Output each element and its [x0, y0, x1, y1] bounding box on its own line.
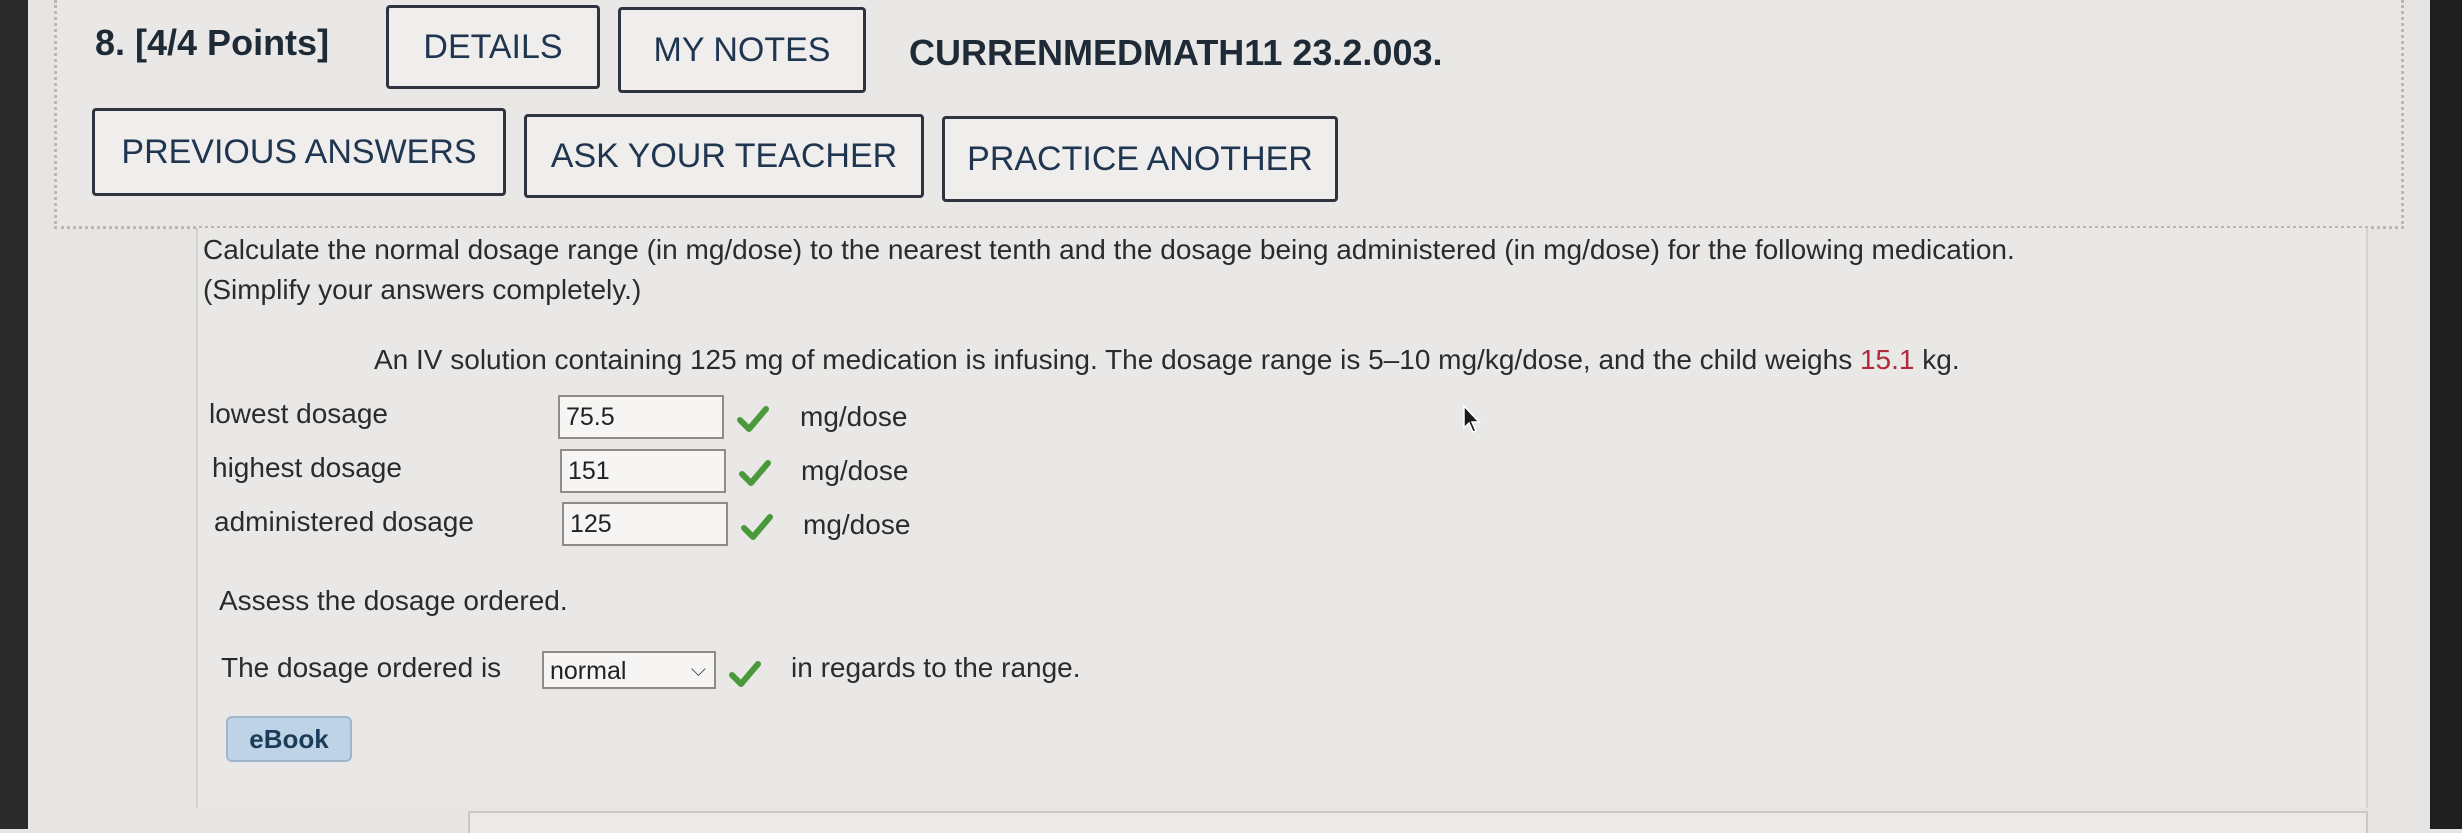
administered-dosage-input[interactable]: 125: [562, 502, 728, 546]
practice-another-button[interactable]: PRACTICE ANOTHER: [942, 116, 1338, 202]
chevron-down-icon: ⌵: [690, 659, 706, 681]
dosage-assessment-select[interactable]: normal ⌵: [542, 651, 716, 689]
dosage-assessment-selected-value: normal: [550, 657, 627, 685]
correct-check-icon: [739, 460, 771, 486]
highest-dosage-unit: mg/dose: [801, 455, 909, 486]
ebook-button[interactable]: eBook: [226, 716, 352, 762]
highest-dosage-label: highest dosage: [212, 452, 402, 483]
previous-answers-button[interactable]: PREVIOUS ANSWERS: [92, 108, 506, 196]
administered-dosage-unit: mg/dose: [803, 509, 911, 540]
question-number-points: 8. [4/4 Points]: [95, 22, 330, 63]
assess-sentence-end: in regards to the range.: [791, 652, 1081, 683]
assess-heading: Assess the dosage ordered.: [219, 585, 568, 616]
next-panel-edge: [468, 811, 2368, 833]
lowest-dosage-label: lowest dosage: [209, 398, 389, 429]
screen-bezel-left: [0, 0, 28, 829]
assess-sentence-start: The dosage ordered is: [221, 652, 502, 683]
lowest-dosage-unit: mg/dose: [800, 401, 908, 432]
lowest-dosage-input[interactable]: 75.5: [558, 395, 724, 439]
administered-dosage-label: administered dosage: [214, 506, 474, 537]
ask-your-teacher-button[interactable]: ASK YOUR TEACHER: [524, 114, 924, 198]
correct-check-icon: [737, 406, 769, 432]
screen-bezel-right: [2430, 0, 2462, 829]
scenario-text-end: kg.: [1914, 344, 1960, 375]
highest-dosage-input[interactable]: 151: [560, 449, 726, 493]
question-code: CURRENMEDMATH11 23.2.003.: [909, 32, 1443, 73]
scenario-text: An IV solution containing 125 mg of medi…: [374, 344, 1960, 376]
correct-check-icon: [741, 514, 773, 540]
correct-check-icon: [729, 661, 761, 687]
details-button[interactable]: DETAILS: [386, 5, 600, 89]
scenario-text-start: An IV solution containing 125 mg of medi…: [374, 344, 1860, 375]
question-body: [196, 228, 2368, 808]
instructions-line-1: Calculate the normal dosage range (in mg…: [203, 234, 2015, 265]
instructions-line-2: (Simplify your answers completely.): [203, 274, 642, 305]
mouse-cursor-icon: [1463, 404, 1481, 433]
my-notes-button[interactable]: MY NOTES: [618, 7, 866, 93]
child-weight-value: 15.1: [1859, 344, 1915, 375]
